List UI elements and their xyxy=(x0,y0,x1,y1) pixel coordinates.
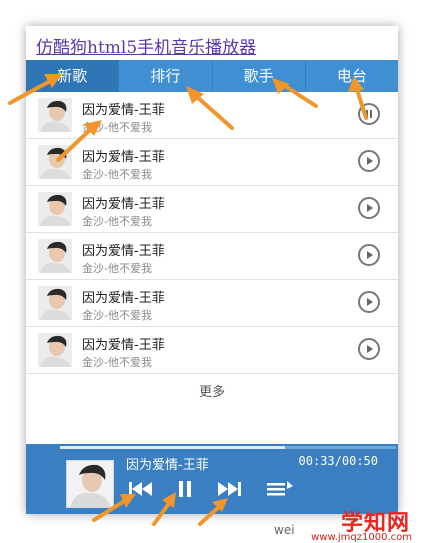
song-row[interactable]: 因为爱情-王菲 金沙-他不爱我 xyxy=(26,186,398,233)
tab-bar: 新歌 排行 歌手 电台 xyxy=(26,60,398,92)
play-button[interactable] xyxy=(358,338,380,360)
play-icon xyxy=(367,157,373,165)
play-button[interactable] xyxy=(358,244,380,266)
play-icon xyxy=(367,204,373,212)
song-title: 因为爱情-王菲 xyxy=(82,338,165,353)
pause-icon xyxy=(366,110,372,118)
title-bar: 仿酷狗html5手机音乐播放器 xyxy=(26,26,398,60)
song-title: 因为爱情-王菲 xyxy=(82,244,165,259)
pause-button-main[interactable] xyxy=(176,478,194,500)
play-icon xyxy=(367,345,373,353)
load-more-button[interactable]: 更多 xyxy=(26,376,398,410)
now-playing-cover xyxy=(66,460,114,508)
play-icon xyxy=(367,298,373,306)
tab-radio[interactable]: 电台 xyxy=(306,60,398,92)
album-cover xyxy=(38,145,72,179)
now-playing-title: 因为爱情-王菲 xyxy=(126,458,209,473)
tab-rankings[interactable]: 排行 xyxy=(119,60,213,92)
previous-button[interactable] xyxy=(128,478,154,500)
song-subtitle: 金沙-他不爱我 xyxy=(82,121,152,134)
song-title: 因为爱情-王菲 xyxy=(82,150,165,165)
playlist-icon xyxy=(267,481,293,496)
song-title: 因为爱情-王菲 xyxy=(82,103,165,118)
player-bar: 因为爱情-王菲 00:33/00:50 xyxy=(26,444,398,514)
tab-singers[interactable]: 歌手 xyxy=(213,60,306,92)
song-row[interactable]: 因为爱情-王菲 金沙-他不爱我 xyxy=(26,139,398,186)
progress-fill xyxy=(60,446,286,449)
app-frame: 仿酷狗html5手机音乐播放器 新歌 排行 歌手 电台 因为爱情-王菲 金沙-他… xyxy=(26,26,398,514)
pause-button[interactable] xyxy=(358,103,380,125)
next-button[interactable] xyxy=(216,478,242,500)
album-cover xyxy=(38,192,72,226)
song-subtitle: 金沙-他不爱我 xyxy=(82,356,152,369)
watermark-url: www.jmqz1000.com xyxy=(311,532,412,543)
album-cover xyxy=(38,333,72,367)
app-title-link[interactable]: 仿酷狗html5手机音乐播放器 xyxy=(36,33,256,58)
playlist-button[interactable] xyxy=(266,478,294,500)
song-row[interactable]: 因为爱情-王菲 金沙-他不爱我 xyxy=(26,233,398,280)
pause-icon xyxy=(179,481,191,497)
skip-back-icon xyxy=(129,482,152,496)
song-row[interactable]: 因为爱情-王菲 金沙-他不爱我 xyxy=(26,280,398,327)
play-button[interactable] xyxy=(358,197,380,219)
song-row[interactable]: 因为爱情-王菲 金沙-他不爱我 xyxy=(26,92,398,139)
song-row[interactable]: 因为爱情-王菲 金沙-他不爱我 xyxy=(26,327,398,374)
song-title: 因为爱情-王菲 xyxy=(82,197,165,212)
song-subtitle: 金沙-他不爱我 xyxy=(82,309,152,322)
song-list: 因为爱情-王菲 金沙-他不爱我 因为爱情-王菲 金沙-他不爱我 因为爱情-王菲 … xyxy=(26,92,398,374)
album-cover xyxy=(38,98,72,132)
album-cover xyxy=(38,286,72,320)
song-title: 因为爱情-王菲 xyxy=(82,291,165,306)
play-icon xyxy=(367,251,373,259)
song-subtitle: 金沙-他不爱我 xyxy=(82,215,152,228)
play-button[interactable] xyxy=(358,150,380,172)
tab-new-songs[interactable]: 新歌 xyxy=(26,60,120,92)
progress-bar[interactable] xyxy=(60,446,396,449)
song-subtitle: 金沙-他不爱我 xyxy=(82,262,152,275)
song-subtitle: 金沙-他不爱我 xyxy=(82,168,152,181)
watermark-prefix: wei xyxy=(274,523,295,537)
play-button[interactable] xyxy=(358,291,380,313)
skip-forward-icon xyxy=(218,482,241,496)
playback-time: 00:33/00:50 xyxy=(298,454,378,468)
album-cover xyxy=(38,239,72,273)
